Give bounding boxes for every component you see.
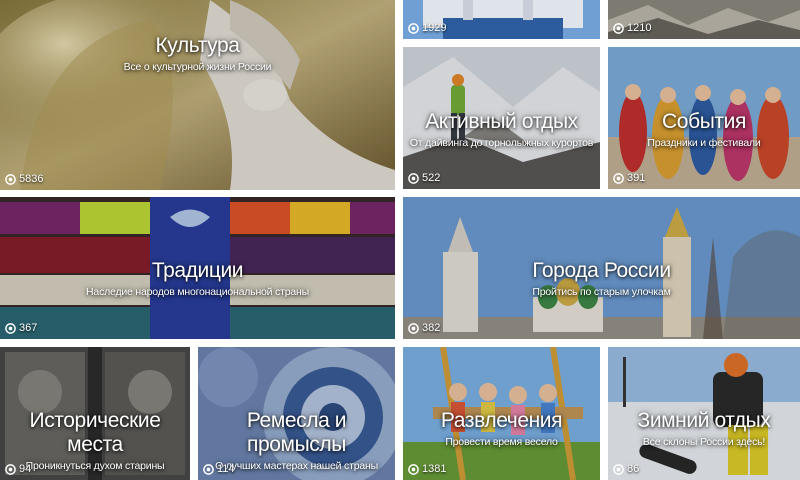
- view-counter: 391: [613, 172, 645, 185]
- active-caption: Активный отдых От дайвинга до горнолыжны…: [403, 110, 600, 150]
- eye-icon: [5, 174, 16, 185]
- view-counter: 5836: [5, 173, 43, 186]
- tile-title: Исторические места: [29, 409, 161, 456]
- tile-title: Культура: [155, 34, 240, 57]
- tile-subtitle: Пройтись по старым улочкам: [532, 286, 671, 298]
- view-counter: 86: [613, 463, 639, 476]
- tile-title: Города России: [532, 259, 671, 282]
- view-count: 114: [217, 463, 235, 475]
- tile-culture[interactable]: Культура Все о культурной жизни России 5…: [0, 0, 395, 190]
- view-count: 86: [627, 463, 640, 475]
- tile-title: Развлечения: [440, 409, 563, 432]
- tile-title: Традиции: [151, 259, 244, 282]
- tile-winter[interactable]: Зимний отдых Все склоны России здесь! 86: [608, 347, 800, 480]
- tile-title: События: [662, 110, 746, 133]
- view-counter: 94: [5, 463, 31, 476]
- tile-subtitle: Праздники и фестивали: [647, 137, 761, 149]
- eye-icon: [408, 23, 419, 34]
- culture-caption: Культура Все о культурной жизни России: [0, 34, 395, 74]
- tile-cities[interactable]: Города России Пройтись по старым улочкам…: [403, 197, 800, 339]
- view-count: 1929: [422, 22, 447, 34]
- view-counter: 1381: [408, 463, 446, 476]
- view-counter: 522: [408, 172, 440, 185]
- tile-top-church[interactable]: 1929: [403, 0, 600, 39]
- tile-events[interactable]: События Праздники и фестивали 391: [608, 47, 800, 189]
- eye-icon: [5, 323, 16, 334]
- tile-subtitle: Наследие народов многонациональной стран…: [86, 286, 309, 298]
- eye-icon: [408, 464, 419, 475]
- eye-icon: [408, 323, 419, 334]
- view-count: 391: [627, 172, 646, 184]
- view-count: 1210: [627, 22, 652, 34]
- tile-subtitle: От дайвинга до горнолыжных курортов: [409, 137, 594, 149]
- view-counter: 1210: [613, 22, 651, 35]
- view-count: 5836: [19, 173, 44, 185]
- winter-caption: Зимний отдых Все склоны России здесь!: [608, 409, 800, 449]
- view-count: 1381: [422, 463, 447, 475]
- traditions-caption: Традиции Наследие народов многонациональ…: [0, 259, 395, 299]
- tile-title: Ремесла и промыслы: [246, 409, 347, 456]
- eye-icon: [5, 464, 16, 475]
- tile-historic[interactable]: Исторические места Проникнуться духом ст…: [0, 347, 190, 480]
- tile-crafts[interactable]: Ремесла и промыслы О лучших мастерах наш…: [198, 347, 395, 480]
- eye-icon: [613, 173, 624, 184]
- fun-caption: Развлечения Провести время весело: [403, 409, 600, 449]
- view-count: 94: [19, 463, 32, 475]
- eye-icon: [203, 464, 214, 475]
- view-counter: 114: [203, 463, 235, 476]
- tile-subtitle: Все о культурной жизни России: [123, 61, 272, 73]
- cities-caption: Города России Пройтись по старым улочкам: [403, 259, 800, 299]
- events-caption: События Праздники и фестивали: [608, 110, 800, 150]
- view-count: 367: [19, 322, 38, 334]
- tile-traditions[interactable]: Традиции Наследие народов многонациональ…: [0, 197, 395, 339]
- view-counter: 367: [5, 322, 37, 335]
- tile-title: Активный отдых: [425, 110, 578, 133]
- eye-icon: [408, 173, 419, 184]
- view-count: 382: [422, 322, 441, 334]
- tile-fun[interactable]: Развлечения Провести время весело 1381: [403, 347, 600, 480]
- eye-icon: [613, 23, 624, 34]
- tile-top-rocks[interactable]: 1210: [608, 0, 800, 39]
- view-counter: 382: [408, 322, 440, 335]
- tile-active[interactable]: Активный отдых От дайвинга до горнолыжны…: [403, 47, 600, 189]
- tile-title: Зимний отдых: [637, 409, 771, 432]
- view-counter: 1929: [408, 22, 446, 35]
- tile-subtitle: Провести время весело: [445, 436, 558, 448]
- view-count: 522: [422, 172, 441, 184]
- tile-subtitle: Все склоны России здесь!: [642, 436, 766, 448]
- eye-icon: [613, 464, 624, 475]
